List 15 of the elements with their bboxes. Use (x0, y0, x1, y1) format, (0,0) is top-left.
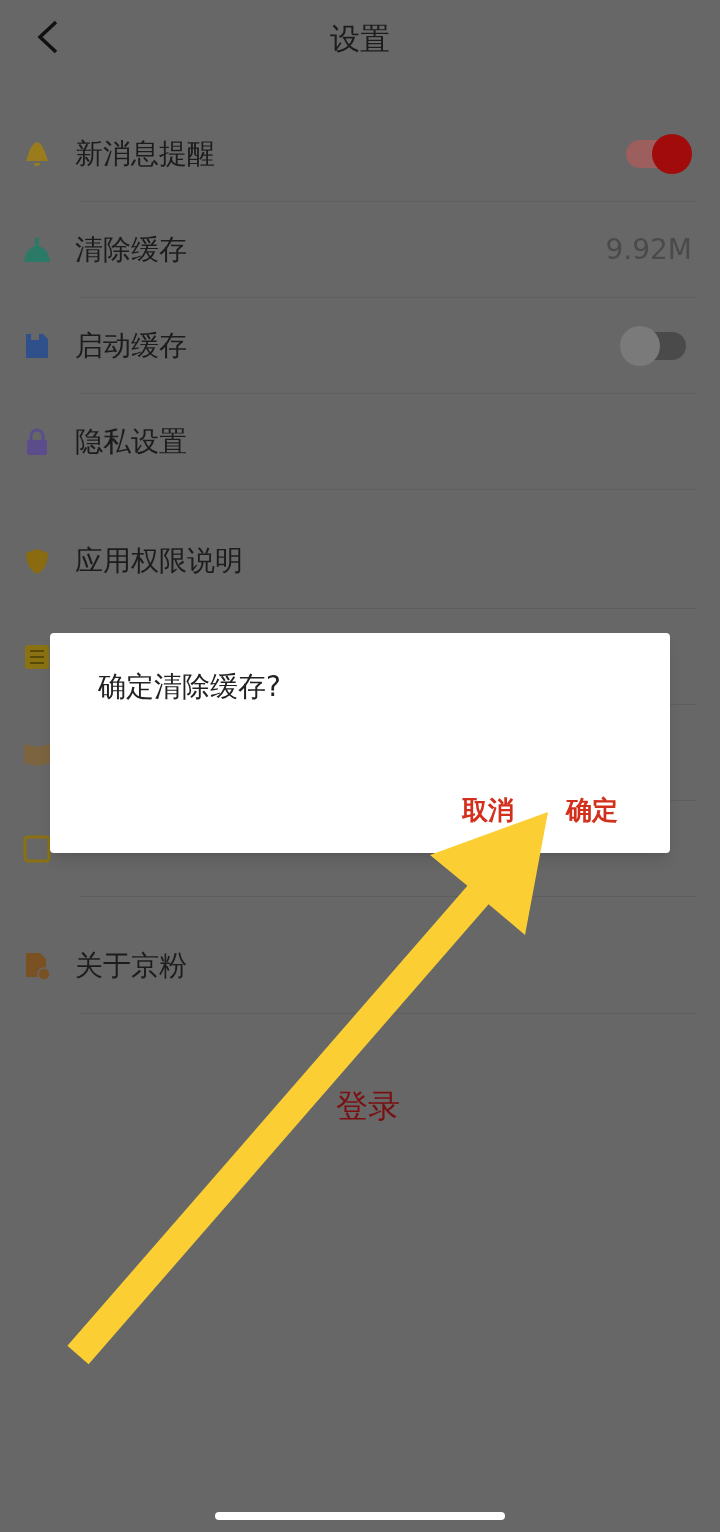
setting-label[interactable]: 启动缓存 (75, 332, 187, 360)
document-icon (22, 834, 52, 864)
setting-label[interactable]: 隐私设置 (75, 428, 187, 456)
broom-icon (22, 235, 52, 265)
setting-label[interactable]: 关于京粉 (75, 952, 187, 980)
setting-label[interactable]: 新消息提醒 (75, 140, 215, 168)
list-icon (22, 642, 52, 672)
page-title: 设置 (330, 19, 390, 58)
setting-label[interactable]: 清除缓存 (75, 236, 187, 264)
confirm-button[interactable]: 确定 (560, 797, 624, 823)
dialog-message: 确定清除缓存? (98, 673, 282, 701)
cancel-button[interactable]: 取消 (456, 797, 520, 823)
logout-label[interactable]: 登录 (336, 1082, 400, 1130)
setting-label[interactable]: 应用权限说明 (75, 547, 243, 575)
back-icon[interactable] (36, 20, 60, 54)
